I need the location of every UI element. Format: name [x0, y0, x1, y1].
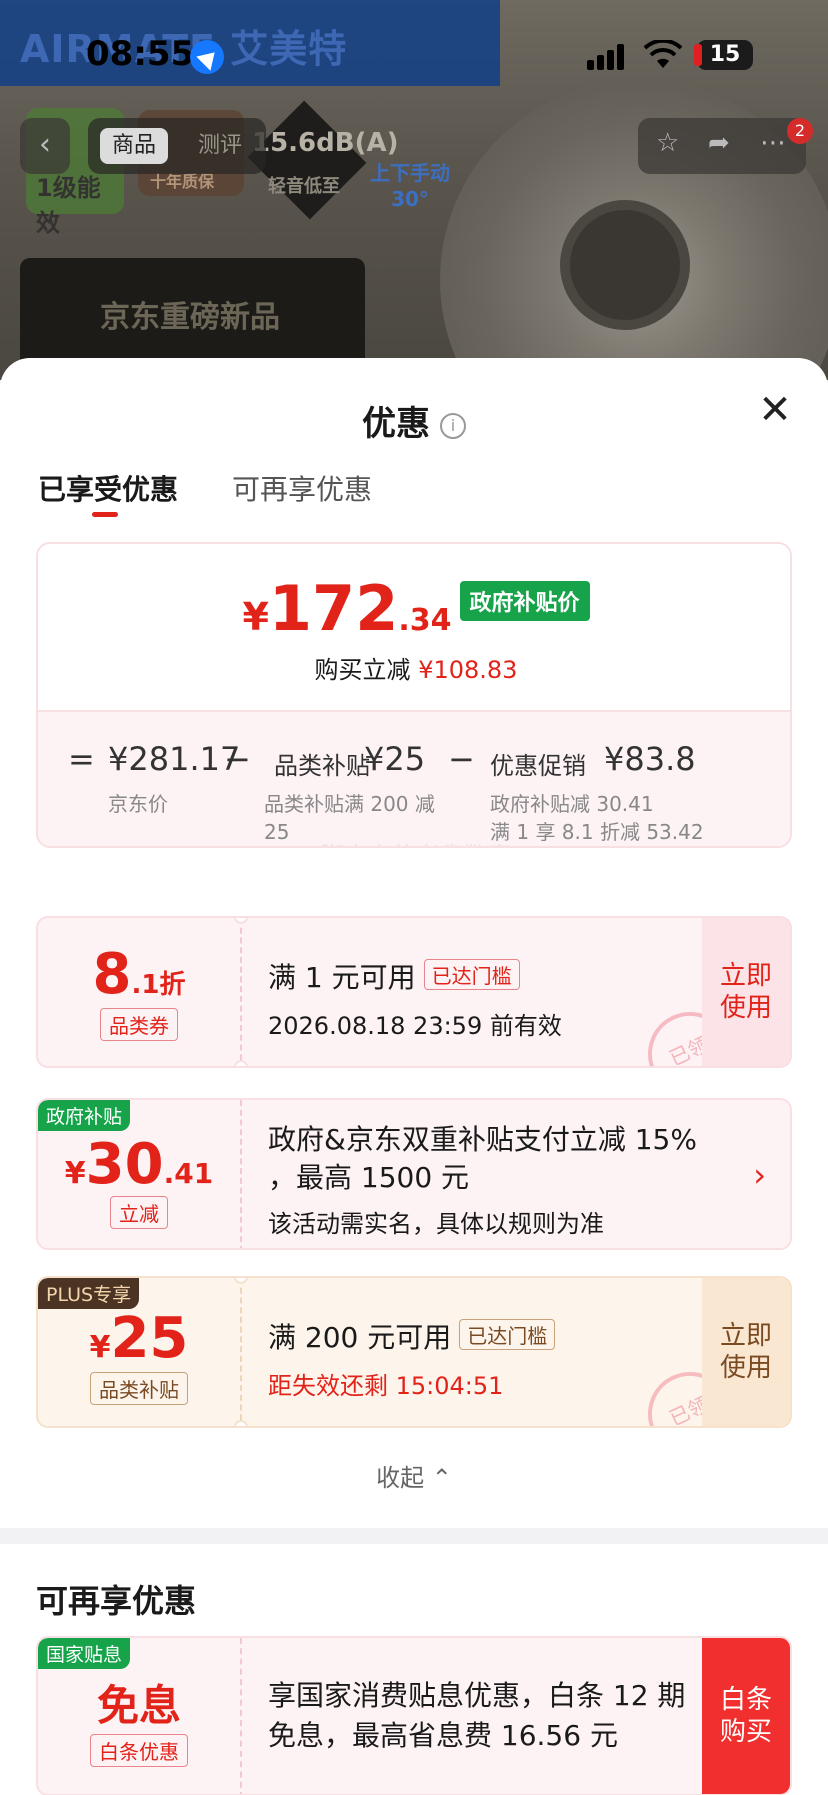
collapse-button[interactable]: 收起 ⌃	[0, 1458, 828, 1493]
sheet-title: 优惠 i	[0, 396, 828, 445]
watermark-text: 脚尖上的老叟数案	[38, 836, 790, 846]
active-tab-indicator	[92, 512, 118, 517]
price-breakdown: = ¥281.17 京东价 − 品类补贴 ¥25 品类补贴满 200 减 25 …	[38, 710, 790, 846]
minus-sign-2: −	[448, 740, 475, 778]
share-icon[interactable]: ➦	[708, 128, 730, 158]
final-price: ¥172.34 政府补贴价	[38, 572, 790, 645]
coupon-type-label: 品类补贴	[90, 1372, 188, 1405]
discount-sheet: 优惠 i ✕ 已享受优惠 可再享优惠 ¥172.34 政府补贴价 购买立减 ¥108…	[0, 358, 828, 1795]
category-subsidy-amount: ¥25	[364, 740, 426, 778]
use-now-button[interactable]: 立即 使用	[702, 918, 790, 1066]
info-icon[interactable]: i	[440, 412, 466, 439]
coupon-type-label: 立减	[110, 1196, 168, 1229]
interest-free-label: 免息	[96, 1681, 181, 1730]
quiet-sub-label: 轻音低至	[268, 176, 340, 197]
jd-price-label: 京东价	[108, 792, 168, 816]
product-nav-tabs: 商品 测评	[88, 118, 266, 174]
coupon-plus-category: PLUS专享 ¥25 品类补贴 满 200 元可用 已达门槛 距失效还剩 15:0…	[36, 1276, 792, 1428]
coupon-gov-subsidy[interactable]: 政府补贴 ¥30.41 立减 政府&京东双重补贴支付立减 15% ，最高 150…	[36, 1098, 792, 1250]
fan-angle-label: 上下手动 30°	[370, 161, 450, 211]
promotion-detail-1: 政府补贴减 30.41	[490, 792, 654, 816]
promotion-label: 优惠促销	[490, 752, 586, 780]
coupon-validity: 2026.08.18 23:59 前有效	[268, 1012, 562, 1040]
use-now-button[interactable]: 立即 使用	[702, 1278, 790, 1426]
chevron-right-icon: ›	[753, 1156, 766, 1194]
category-subsidy-label: 品类补贴	[274, 752, 370, 780]
coupon-interest-free: 国家贴息 免息 白条优惠 享国家消费贴息优惠，白条 12 期免息，最高省息费 1…	[36, 1636, 792, 1795]
gov-subsidy-price-tag: 政府补贴价	[459, 581, 590, 621]
star-icon[interactable]: ☆	[656, 128, 679, 158]
threshold-reached-badge: 已达门槛	[423, 959, 520, 990]
coupon-type-label: 白条优惠	[90, 1734, 188, 1767]
jd-price: ¥281.17	[108, 740, 241, 778]
threshold-reached-badge: 已达门槛	[459, 1319, 556, 1350]
purchase-reduction: 购买立减 ¥108.83	[314, 656, 518, 684]
coupon-type-label: 品类券	[100, 1008, 178, 1041]
interest-free-text: 享国家消费贴息优惠，白条 12 期免息，最高省息费 16.56 元	[268, 1679, 686, 1752]
cellular-signal-icon	[587, 44, 627, 70]
minus-sign: −	[224, 740, 251, 778]
coupon-discount-rate: 8.1折 品类券 满 1 元可用 已达门槛 2026.08.18 23:59 前有…	[36, 916, 792, 1068]
more-discounts-title: 可再享优惠	[36, 1582, 197, 1620]
battery-indicator: 15	[694, 40, 753, 70]
back-button[interactable]: ‹	[20, 118, 70, 174]
equals-sign: =	[68, 740, 95, 778]
tab-review[interactable]: 测评	[186, 128, 254, 164]
product-nav-actions: ☆ ➦ ⋯	[638, 118, 806, 174]
promotion-amount: ¥83.8	[604, 740, 696, 778]
tab-goods[interactable]: 商品	[100, 128, 169, 164]
coupon-note: 该活动需实名，具体以规则为准	[268, 1210, 604, 1238]
new-product-label: 京东重磅新品	[100, 300, 280, 335]
quiet-db-label: 15.6dB(A)	[252, 128, 399, 158]
location-arrow-icon	[190, 40, 224, 74]
status-time: 08:55	[86, 34, 195, 74]
more-icon[interactable]: ⋯	[760, 128, 786, 158]
message-badge: 2	[787, 118, 813, 144]
close-button[interactable]: ✕	[755, 390, 795, 430]
price-summary-card: ¥172.34 政府补贴价 购买立减 ¥108.83 = ¥281.17 京东价 …	[36, 542, 792, 848]
wifi-icon	[643, 40, 683, 68]
countdown-timer: 距失效还剩 15:04:51	[268, 1372, 504, 1400]
tab-enjoyed-discounts[interactable]: 已享受优惠	[38, 468, 178, 508]
section-divider	[0, 1528, 828, 1544]
tab-more-discounts[interactable]: 可再享优惠	[232, 468, 372, 508]
baitiao-buy-button[interactable]: 白条 购买	[702, 1638, 790, 1794]
